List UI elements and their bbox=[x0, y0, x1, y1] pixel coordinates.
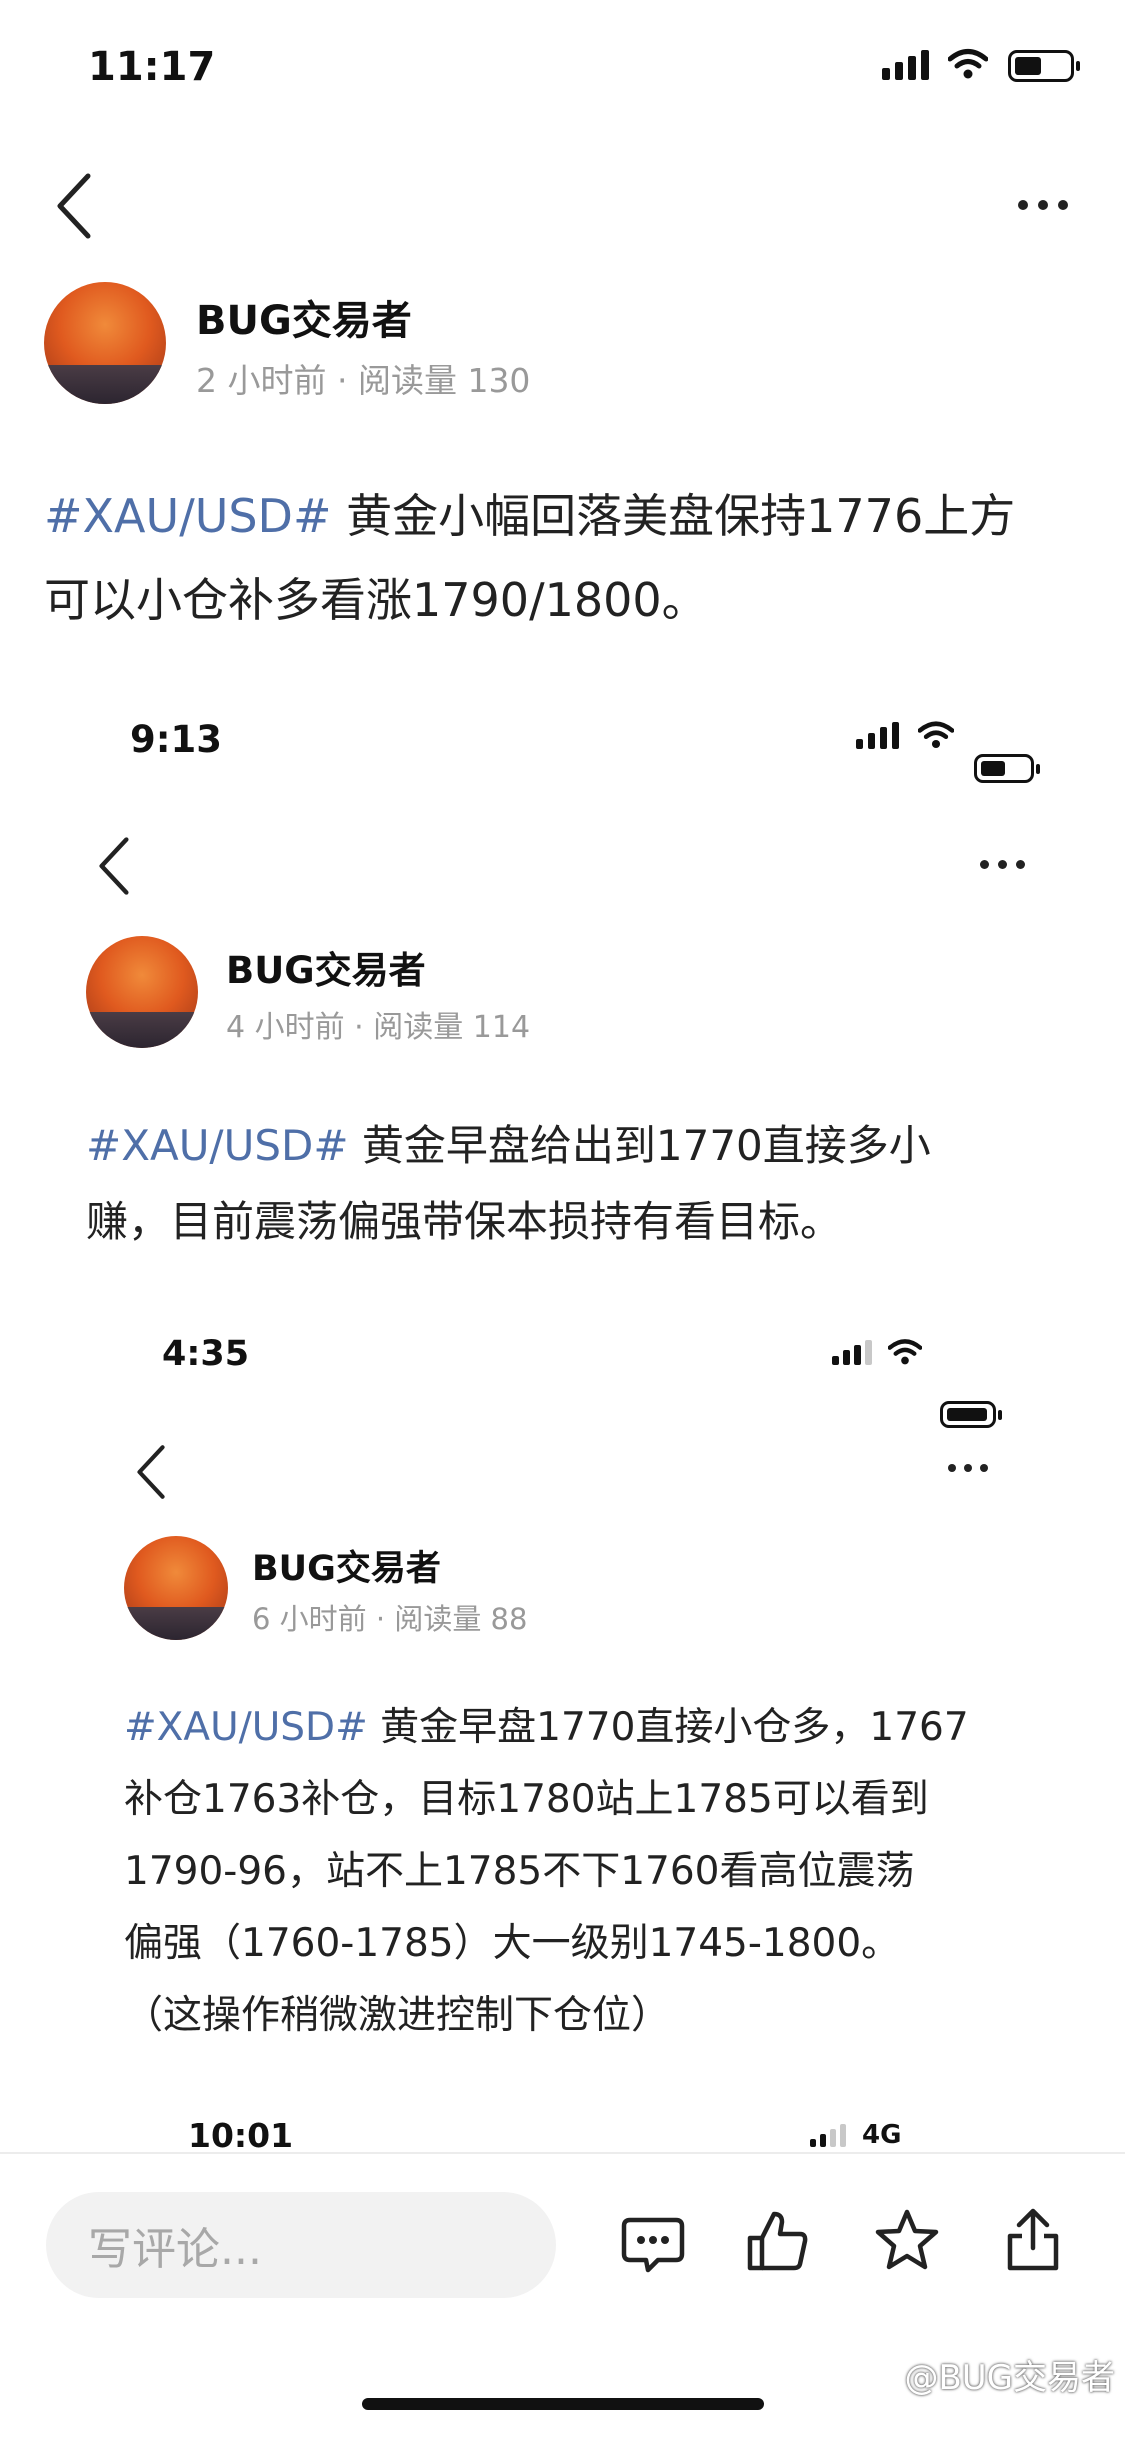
back-icon[interactable] bbox=[96, 836, 132, 896]
post-meta: 4 小时前 · 阅读量 114 bbox=[226, 1010, 531, 1045]
battery-icon bbox=[940, 1401, 1002, 1428]
cellular-signal-icon bbox=[856, 722, 899, 749]
battery-icon bbox=[974, 754, 1040, 783]
author-name[interactable]: BUG交易者 bbox=[226, 940, 426, 994]
hashtag-link[interactable]: #XAU/USD# bbox=[124, 1705, 368, 1750]
more-icon[interactable] bbox=[980, 860, 1025, 869]
post-text: #XAU/USD# 黄金早盘1770直接小仓多，1767 补仓1763补仓，目标… bbox=[124, 1705, 969, 2038]
hashtag-link[interactable]: #XAU/USD# bbox=[44, 489, 332, 543]
back-icon[interactable] bbox=[54, 172, 94, 240]
post-meta: 2 小时前 · 阅读量 130 bbox=[196, 361, 531, 400]
author-name[interactable]: BUG交易者 bbox=[252, 1540, 441, 1591]
author-name[interactable]: BUG交易者 bbox=[196, 288, 412, 346]
share-icon[interactable] bbox=[1004, 2206, 1062, 2272]
like-icon[interactable] bbox=[746, 2208, 810, 2274]
home-indicator[interactable] bbox=[362, 2398, 764, 2410]
avatar[interactable] bbox=[44, 282, 166, 404]
avatar[interactable] bbox=[124, 1536, 228, 1640]
avatar[interactable] bbox=[86, 936, 198, 1048]
cellular-signal-icon bbox=[810, 2124, 846, 2147]
status-time: 10:01 bbox=[188, 2116, 294, 2155]
star-icon[interactable] bbox=[874, 2208, 940, 2272]
more-icon[interactable] bbox=[948, 1464, 988, 1472]
comment-icon[interactable] bbox=[620, 2214, 686, 2276]
wifi-icon bbox=[948, 49, 988, 79]
wifi-icon bbox=[918, 721, 954, 749]
post-meta: 6 小时前 · 阅读量 88 bbox=[252, 1602, 528, 1636]
hashtag-link[interactable]: #XAU/USD# bbox=[86, 1121, 349, 1170]
status-time: 4:35 bbox=[162, 1334, 250, 1374]
wifi-icon bbox=[888, 1339, 922, 1365]
more-icon[interactable] bbox=[1018, 200, 1068, 210]
post-text: #XAU/USD# 黄金早盘给出到1770直接多小 赚，目前震荡偏强带保本损持有… bbox=[86, 1121, 931, 1246]
watermark: @BUG交易者 bbox=[904, 2358, 1115, 2398]
comment-input[interactable]: 写评论... bbox=[46, 2192, 556, 2298]
battery-icon bbox=[1008, 50, 1080, 82]
cellular-signal-icon bbox=[832, 1340, 872, 1365]
network-type: 4G bbox=[862, 2120, 902, 2150]
back-icon[interactable] bbox=[134, 1444, 168, 1500]
post-text: #XAU/USD# 黄金小幅回落美盘保持1776上方 可以小仓补多看涨1790/… bbox=[44, 489, 1016, 627]
status-time: 9:13 bbox=[130, 718, 223, 761]
cellular-signal-icon bbox=[882, 50, 929, 80]
status-time: 11:17 bbox=[88, 44, 216, 90]
comment-placeholder: 写评论... bbox=[88, 2224, 262, 2275]
